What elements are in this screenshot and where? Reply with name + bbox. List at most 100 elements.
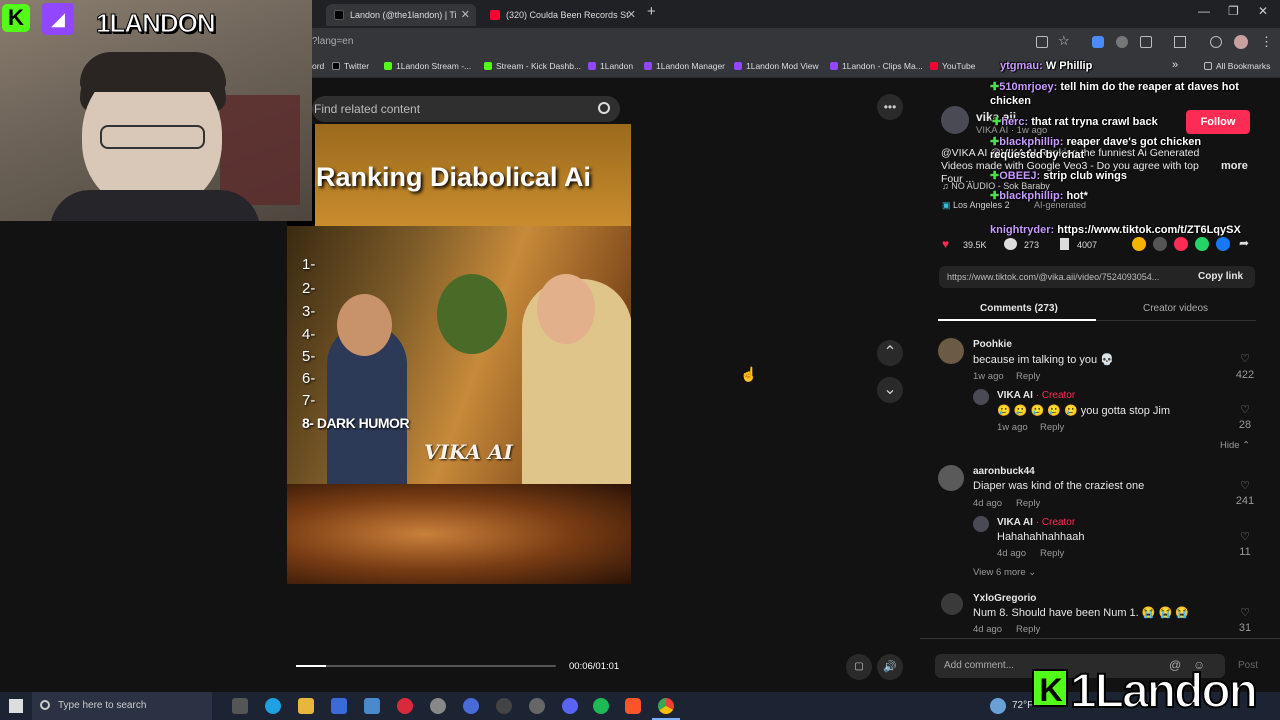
youtube-icon xyxy=(490,10,500,20)
next-video-button[interactable]: ⌄ xyxy=(877,377,903,403)
reply-button[interactable]: Reply xyxy=(1040,422,1064,433)
video-progress-bar[interactable] xyxy=(296,665,556,667)
chrome-icon[interactable] xyxy=(658,698,674,714)
restore-button[interactable]: ❐ xyxy=(1228,4,1239,18)
discord-icon[interactable] xyxy=(562,698,578,714)
more-options-button[interactable]: ••• xyxy=(877,94,903,120)
twitch-icon xyxy=(644,62,652,70)
embed-icon[interactable] xyxy=(1153,237,1167,251)
share-icon[interactable]: ➦ xyxy=(1239,236,1249,250)
windows-start-icon[interactable] xyxy=(9,699,23,713)
comment-time: 1w ago xyxy=(997,422,1028,433)
settings-icon[interactable] xyxy=(430,698,446,714)
avatar[interactable] xyxy=(973,516,989,532)
brave-icon[interactable] xyxy=(625,698,641,714)
pip-button[interactable]: ▢ xyxy=(846,654,872,680)
reply-button[interactable]: Reply xyxy=(1016,498,1040,509)
bookmark-item[interactable]: 1Landon - Clips Ma... xyxy=(830,61,923,71)
file-explorer-icon[interactable] xyxy=(298,698,314,714)
copy-link-button[interactable]: Copy link xyxy=(1198,271,1243,282)
kebab-menu-icon[interactable]: ⋮ xyxy=(1260,34,1273,50)
task-view-icon[interactable] xyxy=(232,698,248,714)
share-coin-icon[interactable] xyxy=(1132,237,1146,251)
calculator-icon[interactable] xyxy=(364,698,380,714)
view-more-replies[interactable]: View 6 more ⌄ xyxy=(973,567,1036,578)
comment-author[interactable]: Poohkie xyxy=(973,339,1012,350)
bookmark-item[interactable]: 1Landon Manager xyxy=(644,61,725,71)
avatar[interactable] xyxy=(938,465,964,491)
tab-tiktok[interactable]: Landon (@the1landon) | Ti ✕ xyxy=(326,4,476,26)
app-icon[interactable] xyxy=(397,698,413,714)
comment-icon[interactable] xyxy=(1004,238,1017,250)
comment-author[interactable]: VIKA AI · Creator xyxy=(997,517,1075,528)
star-icon[interactable]: ☆ xyxy=(1058,33,1070,49)
bookmark-youtube[interactable]: YouTube xyxy=(930,61,975,71)
follow-button[interactable]: Follow xyxy=(1186,110,1250,134)
comment-author[interactable]: YxloGregorio xyxy=(973,593,1036,604)
extension-icon[interactable] xyxy=(1116,36,1128,48)
bookmark-icon[interactable] xyxy=(1060,238,1069,250)
bookmark-item[interactable]: 1Landon xyxy=(588,61,633,71)
reply-button[interactable]: Reply xyxy=(1040,548,1064,559)
search-input[interactable]: Find related content xyxy=(312,96,620,122)
search-icon[interactable] xyxy=(598,102,610,114)
taskbar-search[interactable]: Type here to search xyxy=(32,692,212,720)
all-bookmarks[interactable]: All Bookmarks xyxy=(1204,61,1270,71)
weather-icon[interactable] xyxy=(990,698,1006,714)
address-bar[interactable]: ?lang=en ☆ ⋮ xyxy=(312,28,1280,56)
spotify-icon[interactable] xyxy=(593,698,609,714)
hide-replies-button[interactable]: Hide ⌃ xyxy=(1220,440,1250,451)
obs-icon[interactable] xyxy=(496,698,512,714)
new-tab-button[interactable]: + xyxy=(647,3,656,20)
reply-button[interactable]: Reply xyxy=(1016,371,1040,382)
brand-watermark: K 1Landon xyxy=(1032,664,1259,719)
send-icon[interactable] xyxy=(1174,237,1188,251)
volume-button[interactable]: 🔊 xyxy=(877,654,903,680)
install-icon[interactable] xyxy=(1036,36,1048,48)
sidepanel-icon[interactable] xyxy=(1174,36,1186,48)
link-box: https://www.tiktok.com/@vika.aii/video/7… xyxy=(939,266,1255,288)
bookmark-item[interactable]: 1Landon Mod View xyxy=(734,61,819,71)
whatsapp-icon[interactable] xyxy=(1195,237,1209,251)
tab-close-icon[interactable]: ✕ xyxy=(627,4,636,26)
tab-creator-videos[interactable]: Creator videos xyxy=(1143,303,1208,314)
video-link[interactable]: https://www.tiktok.com/@vika.aii/video/7… xyxy=(947,272,1159,282)
bookmarks-overflow-icon[interactable]: » xyxy=(1172,59,1178,71)
app-icon[interactable] xyxy=(529,698,545,714)
tab-close-icon[interactable]: ✕ xyxy=(461,4,470,26)
minimize-button[interactable]: — xyxy=(1198,4,1210,18)
tab-youtube[interactable]: (320) Coulda Been Records St ✕ xyxy=(482,4,642,26)
chat-message: knightryder: https://www.tiktok.com/t/ZT… xyxy=(990,224,1241,236)
tab-comments[interactable]: Comments (273) xyxy=(980,303,1058,314)
bookmark-item[interactable]: Stream - Kick Dashb... xyxy=(484,61,581,71)
creator-avatar[interactable] xyxy=(941,106,969,134)
comment-author[interactable]: VIKA AI · Creator xyxy=(997,390,1075,401)
bookmark-item[interactable]: ord xyxy=(312,61,324,71)
comment-author[interactable]: aaronbuck44 xyxy=(973,466,1035,477)
bookmark-twitter[interactable]: Twitter xyxy=(332,61,369,71)
video-player[interactable] xyxy=(287,124,631,584)
store-icon[interactable] xyxy=(331,698,347,714)
heart-icon[interactable]: ♥ xyxy=(942,237,949,251)
like-icon[interactable]: ♡ xyxy=(1233,352,1257,365)
app-icon[interactable] xyxy=(463,698,479,714)
like-icon[interactable]: ♡ xyxy=(1233,479,1257,492)
avatar[interactable] xyxy=(941,593,963,615)
facebook-icon[interactable] xyxy=(1216,237,1230,251)
like-icon[interactable]: ♡ xyxy=(1233,530,1257,543)
avatar[interactable] xyxy=(973,389,989,405)
close-window-button[interactable]: ✕ xyxy=(1258,4,1268,18)
puzzle-icon[interactable] xyxy=(1140,36,1152,48)
menu-icon[interactable] xyxy=(1210,36,1222,48)
extension-icon[interactable] xyxy=(1092,36,1104,48)
url-text[interactable]: ?lang=en xyxy=(312,36,353,47)
reply-button[interactable]: Reply xyxy=(1016,624,1040,635)
profile-avatar[interactable] xyxy=(1234,35,1248,49)
edge-icon[interactable] xyxy=(265,698,281,714)
more-link[interactable]: more xyxy=(1221,160,1248,172)
avatar[interactable] xyxy=(938,338,964,364)
like-icon[interactable]: ♡ xyxy=(1233,403,1257,416)
bookmark-item[interactable]: 1Landon Stream -... xyxy=(384,61,471,71)
previous-video-button[interactable]: ⌃ xyxy=(877,340,903,366)
like-icon[interactable]: ♡ xyxy=(1233,606,1257,619)
